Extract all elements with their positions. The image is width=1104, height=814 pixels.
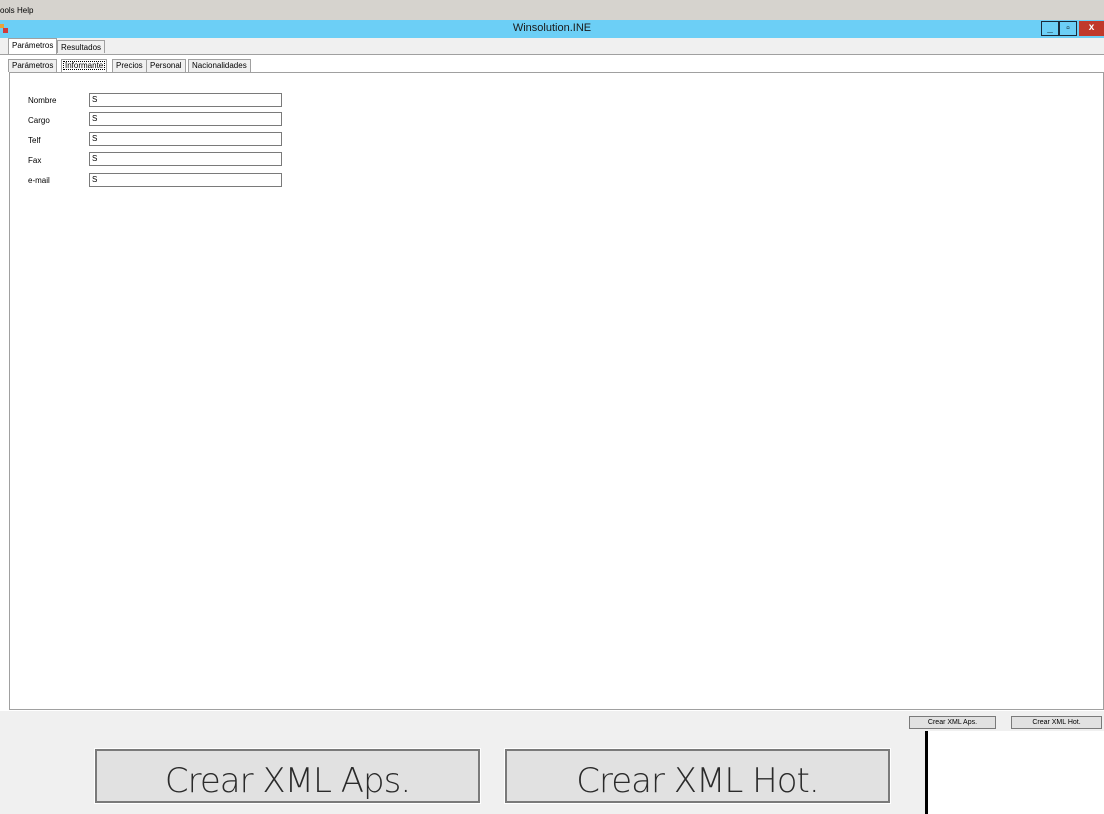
- email-label: e-mail: [28, 176, 50, 185]
- outer-tab-strip: Parámetros Resultados: [0, 38, 1104, 55]
- menu-help[interactable]: Help: [17, 6, 33, 15]
- telf-input[interactable]: S: [89, 132, 282, 146]
- nombre-input[interactable]: S: [89, 93, 282, 107]
- nombre-label: Nombre: [28, 96, 57, 105]
- email-input[interactable]: S: [89, 173, 282, 187]
- crear-xml-aps-small-button[interactable]: Crear XML Aps.: [909, 716, 996, 729]
- cargo-label: Cargo: [28, 116, 50, 125]
- crear-xml-hot-button[interactable]: Crear XML Hot.: [504, 748, 891, 804]
- menu-bar: ools Help: [0, 0, 1104, 20]
- informante-panel: [9, 72, 1104, 710]
- fax-label: Fax: [28, 156, 42, 165]
- fax-input[interactable]: S: [89, 152, 282, 166]
- crear-xml-aps-button[interactable]: Crear XML Aps.: [94, 748, 481, 804]
- title-bar: Winsolution.INE _ ▫ x: [0, 20, 1104, 38]
- subtab-precios[interactable]: Precios: [112, 59, 147, 72]
- subtab-nacionalidades[interactable]: Nacionalidades: [188, 59, 251, 72]
- subtab-parametros[interactable]: Parámetros: [8, 59, 58, 72]
- tab-parametros[interactable]: Parámetros: [8, 38, 58, 54]
- menu-tools[interactable]: ools: [0, 6, 15, 15]
- subtab-informante[interactable]: Informante: [61, 59, 108, 72]
- cargo-input[interactable]: S: [89, 112, 282, 126]
- minimize-button[interactable]: _: [1041, 21, 1059, 36]
- subtab-personal[interactable]: Personal: [146, 59, 186, 72]
- divider-line: [925, 731, 928, 814]
- window-title: Winsolution.INE: [512, 22, 592, 34]
- telf-label: Telf: [28, 136, 41, 145]
- close-button[interactable]: x: [1079, 21, 1104, 36]
- tab-resultados[interactable]: Resultados: [57, 40, 106, 53]
- crear-xml-hot-small-button[interactable]: Crear XML Hot.: [1011, 716, 1102, 729]
- maximize-button[interactable]: ▫: [1059, 21, 1077, 36]
- output-area: [928, 731, 1104, 814]
